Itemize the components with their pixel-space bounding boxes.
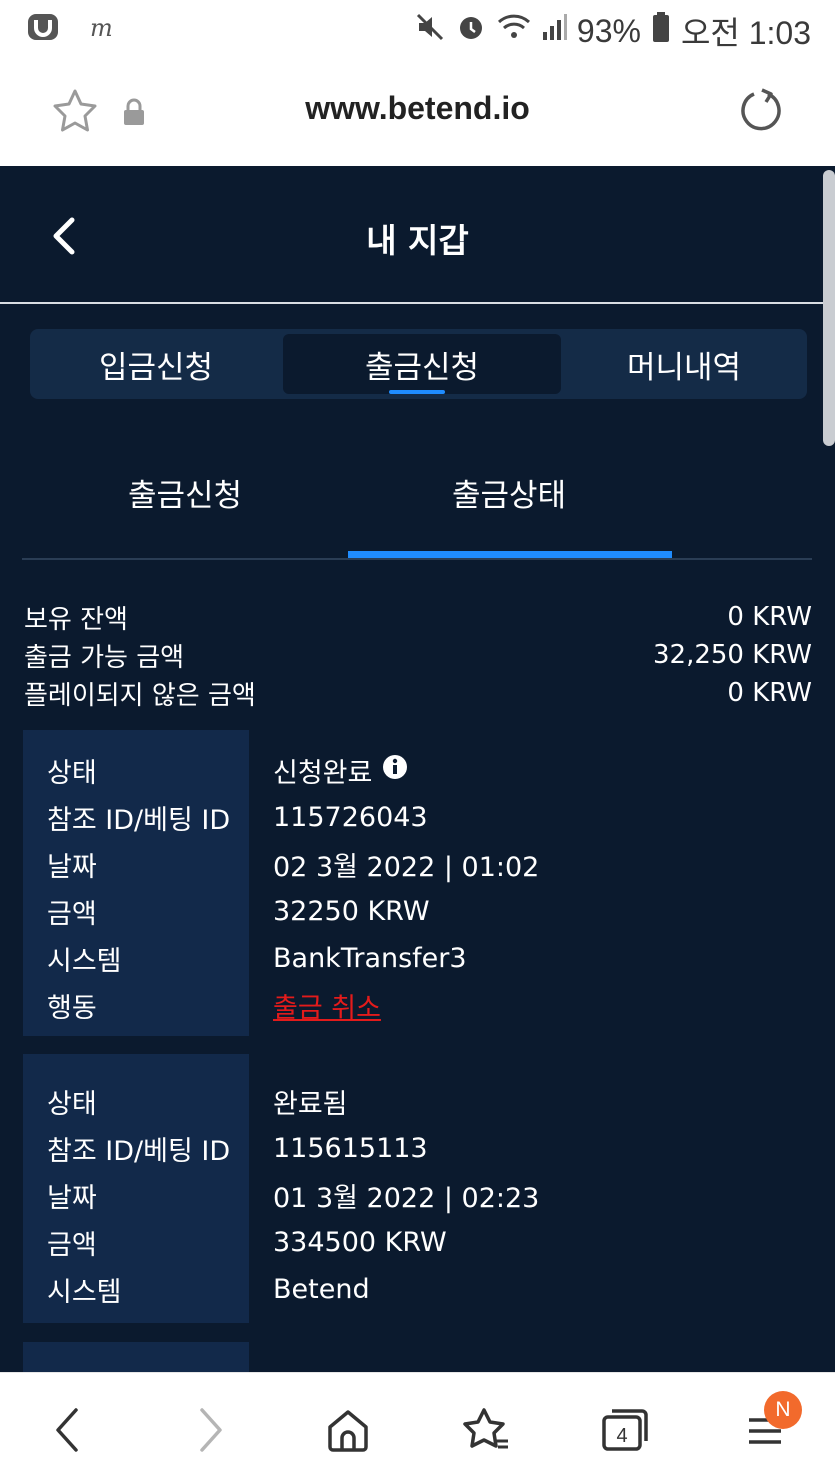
- cancel-withdraw-link[interactable]: 출금 취소: [273, 986, 381, 1025]
- tab-withdraw-label: 출금신청: [364, 349, 480, 386]
- signal-icon: [541, 12, 567, 50]
- info-icon[interactable]: [382, 754, 408, 787]
- nav-forward-button[interactable]: [186, 1405, 236, 1455]
- record-label: 상태: [47, 758, 97, 789]
- clock: 오전 1:03: [680, 15, 811, 51]
- battery-icon: [651, 11, 671, 51]
- withdraw-record-partial: [23, 1342, 249, 1372]
- url-text[interactable]: www.betend.io: [0, 90, 835, 127]
- battery-percent: 93%: [576, 12, 641, 49]
- record-label: 참조 ID/베팅 ID: [47, 1136, 231, 1167]
- messenger-notification-icon: m: [88, 12, 118, 46]
- reload-icon[interactable]: [738, 88, 784, 138]
- active-subtab-indicator: [348, 551, 672, 558]
- tabs-icon: 4: [602, 1409, 648, 1451]
- mute-icon: [415, 12, 445, 50]
- app-notification-icon: [26, 10, 60, 48]
- svg-text:m: m: [90, 14, 113, 42]
- record-label: 시스템: [47, 1277, 122, 1308]
- record-system: Betend: [273, 1274, 370, 1305]
- status-text: 신청완료: [273, 758, 373, 789]
- unplayed-row: 플레이되지 않은 금액 0 KRW: [24, 674, 812, 712]
- withdrawable-value: 32,250 KRW: [652, 640, 812, 670]
- record-label: 참조 ID/베팅 ID: [47, 805, 231, 836]
- alarm-icon: [455, 11, 487, 51]
- tabs-count: 4: [616, 1425, 627, 1447]
- record-date: 01 3월 2022 | 02:23: [273, 1183, 540, 1214]
- subtab-withdraw-status[interactable]: 출금상태: [452, 470, 566, 515]
- page-title: 내 지갑: [366, 221, 469, 260]
- record-label: 행동: [47, 993, 97, 1024]
- browser-bottom-nav: 4 N: [0, 1372, 835, 1484]
- subtab-withdraw-request[interactable]: 출금신청: [128, 470, 242, 515]
- record-action: 출금 취소: [273, 982, 539, 1029]
- record-status: 신청완료: [273, 747, 539, 794]
- balance-row: 보유 잔액 0 KRW: [24, 598, 812, 636]
- record-labels: 상태 참조 ID/베팅 ID 날짜 금액 시스템 행동: [23, 730, 249, 1036]
- page-header: 내 지갑: [0, 166, 835, 304]
- record-label: 날짜: [47, 852, 97, 883]
- active-tab-indicator: [389, 390, 445, 394]
- back-icon: [56, 1408, 78, 1452]
- status-bar: m 93% 오전 1:03: [0, 0, 835, 60]
- withdrawable-row: 출금 가능 금액 32,250 KRW: [24, 636, 812, 674]
- balance-value: 0 KRW: [727, 602, 812, 632]
- browser-address-bar: www.betend.io: [0, 60, 835, 166]
- withdrawable-label: 출금 가능 금액: [24, 642, 185, 673]
- record-amount: 334500 KRW: [273, 1227, 447, 1258]
- record-ref-id: 115726043: [273, 802, 428, 833]
- nav-home-button[interactable]: [323, 1405, 373, 1455]
- bookmarks-star-icon: [463, 1408, 508, 1449]
- tab-money-history[interactable]: 머니내역: [561, 329, 807, 399]
- nav-tabs-button[interactable]: 4: [600, 1405, 650, 1455]
- tab-withdraw[interactable]: 출금신청: [283, 334, 561, 394]
- record-labels: 상태 참조 ID/베팅 ID 날짜 금액 시스템: [23, 1054, 249, 1323]
- record-ref-id: 115615113: [273, 1133, 428, 1164]
- record-label: 상태: [47, 1089, 97, 1120]
- balance-summary: 보유 잔액 0 KRW 출금 가능 금액 32,250 KRW 플레이되지 않은…: [24, 598, 812, 712]
- wallet-tabs: 입금신청 출금신청 머니내역: [30, 329, 807, 399]
- notification-icons: m: [26, 10, 118, 48]
- record-system: BankTransfer3: [273, 943, 467, 974]
- nav-bookmarks-button[interactable]: [462, 1405, 512, 1455]
- record-label: 시스템: [47, 946, 122, 977]
- record-label: 금액: [47, 1230, 97, 1261]
- unplayed-label: 플레이되지 않은 금액: [24, 680, 256, 711]
- record-values: 완료됨 115615113 01 3월 2022 | 02:23 334500 …: [273, 1054, 539, 1313]
- record-status: 완료됨: [273, 1089, 348, 1120]
- record-label: 날짜: [47, 1183, 97, 1214]
- balance-label: 보유 잔액: [24, 604, 128, 635]
- record-date: 02 3월 2022 | 01:02: [273, 852, 540, 883]
- unplayed-value: 0 KRW: [727, 678, 812, 708]
- record-label: 금액: [47, 899, 97, 930]
- record-amount: 32250 KRW: [273, 896, 430, 927]
- menu-notification-badge: N: [764, 1391, 802, 1429]
- record-values: 신청완료 115726043 02 3월 2022 | 01:02 32250 …: [273, 730, 539, 1029]
- home-icon: [328, 1410, 368, 1452]
- page-scrollbar[interactable]: [823, 170, 835, 446]
- tab-deposit[interactable]: 입금신청: [30, 329, 282, 399]
- status-right: 93% 오전 1:03: [415, 8, 811, 54]
- nav-back-button[interactable]: [42, 1405, 92, 1455]
- wallet-page: 내 지갑 입금신청 출금신청 머니내역 출금신청 출금상태 보유 잔액 0 KR…: [0, 166, 835, 1372]
- withdraw-subtabs: 출금신청 출금상태: [22, 446, 812, 560]
- wifi-icon: [497, 12, 531, 50]
- forward-icon: [200, 1408, 222, 1452]
